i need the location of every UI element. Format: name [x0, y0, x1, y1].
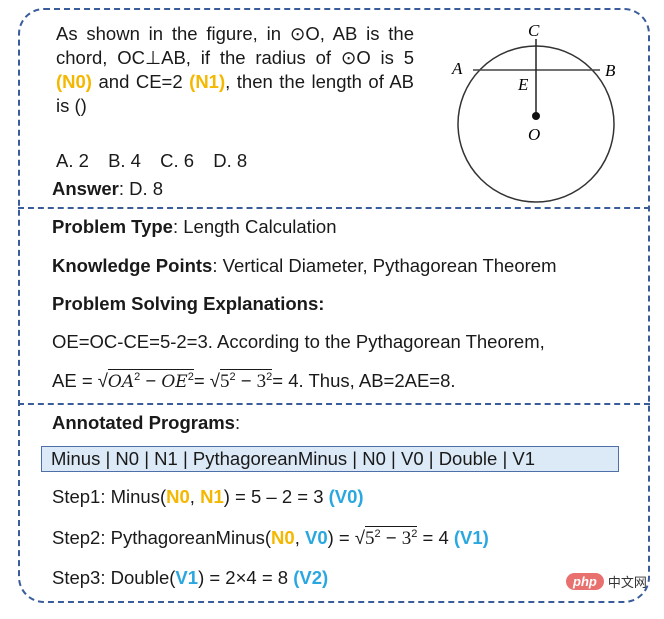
sqrt-symbol: √	[354, 527, 366, 548]
label-a: A	[451, 59, 463, 78]
arg-n1: N1	[200, 486, 224, 507]
result-v1: (V1)	[453, 527, 489, 548]
answer-options: A. 2 B. 4 C. 6 D. 8	[56, 150, 261, 172]
separator: ,	[294, 527, 305, 548]
equals: =	[193, 370, 210, 391]
program-sequence: Minus | N0 | N1 | PythagoreanMinus | N0 …	[41, 446, 619, 472]
explanation-label: Problem Solving Explanations:	[52, 293, 325, 314]
arg-v0: V0	[304, 527, 328, 548]
exponent: 2	[374, 528, 381, 540]
question-part: and CE=2	[91, 71, 190, 92]
result-v2: (V2)	[293, 567, 329, 588]
term-5: 5	[365, 528, 375, 549]
section-divider-1	[18, 207, 650, 209]
explanation-line-1: OE=OC-CE=5-2=3. According to the Pythago…	[52, 331, 545, 352]
problem-type-label: Problem Type	[52, 216, 173, 237]
tag-n0: (N0)	[56, 71, 92, 92]
watermark-logo: php	[566, 573, 604, 590]
sqrt-expression-2: 52 − 32	[219, 369, 273, 392]
sqrt-expression-1: OA2 − OE2	[107, 369, 194, 392]
sqrt-symbol: √	[97, 370, 108, 391]
separator: ,	[189, 486, 201, 507]
expr-prefix: AE =	[52, 370, 98, 391]
step-text: Step1: Minus(	[52, 486, 167, 507]
option-a: A. 2	[56, 150, 89, 171]
option-d: D. 8	[213, 150, 248, 171]
term-oe: OE	[161, 372, 188, 392]
knowledge-points: Knowledge Points: Vertical Diameter, Pyt…	[52, 255, 556, 277]
knowledge-label: Knowledge Points	[52, 255, 213, 276]
explanation-heading: Problem Solving Explanations:	[52, 293, 324, 315]
answer: Answer: D. 8	[52, 178, 163, 200]
answer-label: Answer	[52, 178, 119, 199]
step-text: ) = 5 – 2 = 3	[223, 486, 329, 507]
label-o: O	[528, 125, 540, 144]
sqrt-expression: 52 − 32	[365, 526, 418, 549]
watermark-text: 中文网	[607, 575, 647, 590]
label-e: E	[517, 75, 529, 94]
explanation-line-2: AE = √OA2 − OE2= √52 − 32= 4. Thus, AB=2…	[52, 369, 456, 393]
option-b: B. 4	[108, 150, 141, 171]
tag-n1: (N1)	[189, 71, 226, 92]
watermark: php 中文网	[566, 572, 647, 591]
programs-label: Annotated Programs	[52, 412, 235, 433]
sqrt-symbol: √	[209, 370, 220, 391]
arg-v1: V1	[175, 567, 199, 588]
center-point-o	[532, 112, 540, 120]
step-text: ) = 2×4 = 8	[198, 567, 294, 588]
problem-type: Problem Type: Length Calculation	[52, 216, 337, 238]
label-b: B	[605, 61, 616, 80]
step-text: Step3: Double(	[52, 567, 176, 588]
question-text: As shown in the figure, in ⊙O, AB is the…	[56, 22, 414, 118]
option-c: C. 6	[160, 150, 195, 171]
programs-heading: Annotated Programs:	[52, 412, 240, 434]
arg-n0: N0	[166, 486, 190, 507]
step-text: Step2: PythagoreanMinus(	[52, 527, 272, 548]
term-oa: OA	[107, 372, 135, 392]
arg-n0: N0	[271, 527, 295, 548]
term-3: 3	[401, 528, 412, 549]
minus-sign: −	[140, 370, 162, 391]
term-3: 3	[256, 371, 267, 392]
step-text: ) =	[327, 527, 355, 548]
label-c: C	[528, 21, 540, 40]
step-3: Step3: Double(V1) = 2×4 = 8 (V2)	[52, 567, 328, 589]
step-1: Step1: Minus(N0, N1) = 5 – 2 = 3 (V0)	[52, 486, 364, 508]
expr-suffix: = 4. Thus, AB=2AE=8.	[272, 370, 456, 391]
colon: :	[234, 412, 241, 433]
section-divider-2	[18, 403, 650, 405]
answer-value: : D. 8	[118, 178, 164, 199]
question-part: As shown in the figure, in ⊙O, AB is the…	[56, 23, 414, 68]
minus-sign: −	[235, 370, 257, 391]
result-v0: (V0)	[328, 486, 364, 507]
knowledge-value: : Vertical Diameter, Pythagorean Theorem	[212, 255, 557, 276]
circle-figure: C A B E O	[451, 21, 616, 203]
step-text: = 4	[417, 527, 454, 548]
problem-type-value: : Length Calculation	[172, 216, 337, 237]
step-2: Step2: PythagoreanMinus(N0, V0) = √52 − …	[52, 526, 489, 550]
